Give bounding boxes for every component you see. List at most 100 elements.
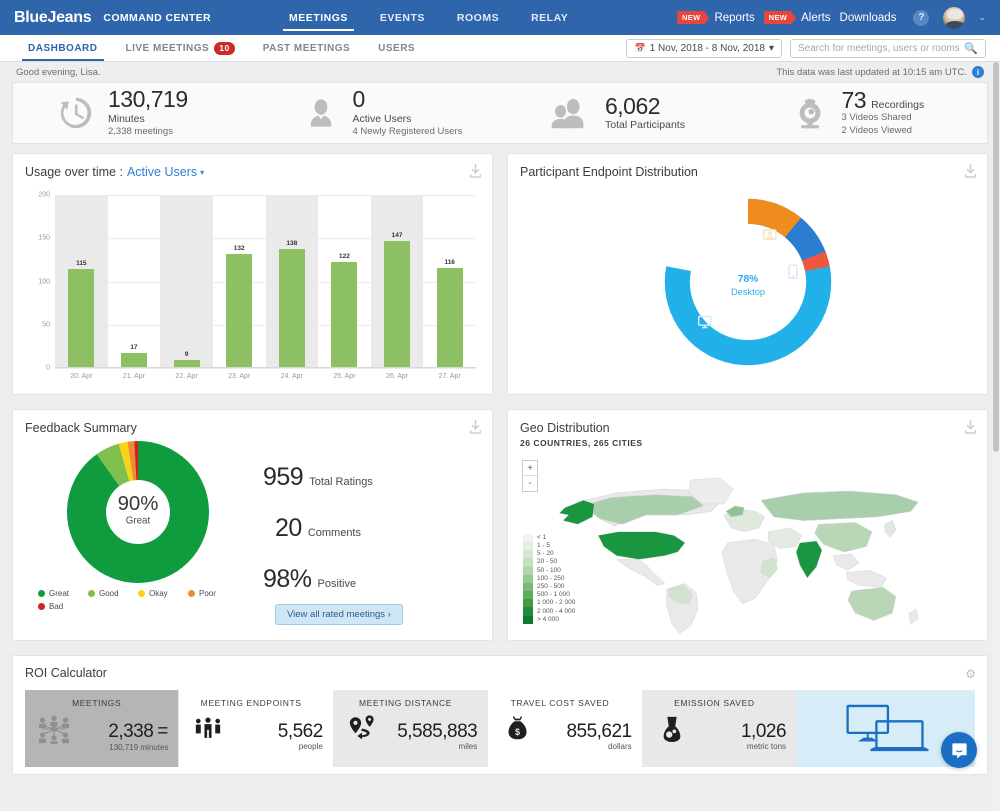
kpi-recordings: 73 Recordings 3 Videos Shared 2 Videos V… — [743, 88, 988, 138]
panel-row-2: Feedback Summary 90% Great — [0, 395, 1000, 641]
greeting-text: Good evening, Lisa. — [16, 67, 101, 78]
legend-label-good: Good — [99, 589, 119, 598]
search-input[interactable] — [798, 43, 964, 54]
bar[interactable]: 115 — [68, 269, 94, 368]
x-axis-tick: 24. Apr — [281, 373, 303, 380]
download-icon[interactable] — [964, 420, 977, 434]
nav-item-rooms[interactable]: ROOMS — [441, 0, 515, 35]
roi-meetings-value-group: 2,338= 130,719 minutes — [73, 705, 168, 752]
roi-travel-cost-value: 855,621 — [566, 721, 631, 742]
bar-column[interactable]: 1721. Apr — [108, 195, 161, 368]
kpi-minutes-sub: 2,338 meetings — [108, 126, 188, 139]
feedback-body: 90% Great Great Good Okay Poor Bad 959 T… — [13, 435, 492, 635]
alerts-link[interactable]: Alerts — [801, 12, 830, 24]
tab-users[interactable]: USERS — [364, 35, 429, 61]
reports-link[interactable]: Reports — [714, 12, 754, 24]
swatch-1000-2000 — [523, 599, 533, 607]
kpi-active-users-label: Active Users — [353, 112, 463, 126]
avatar[interactable] — [942, 6, 966, 30]
tab-live-meetings[interactable]: LIVE MEETINGS 10 — [112, 35, 249, 61]
bar[interactable]: 116 — [437, 268, 463, 368]
bar-column[interactable]: 922. Apr — [160, 195, 213, 368]
kpi-minutes: 130,719 Minutes 2,338 meetings — [13, 87, 254, 138]
scrollbar-thumb — [993, 62, 999, 452]
x-axis-tick: 26. Apr — [386, 373, 408, 380]
legend-item-good: Good — [88, 589, 138, 598]
world-map[interactable] — [508, 454, 988, 639]
bar-column[interactable]: 13223. Apr — [213, 195, 266, 368]
chevron-down-icon[interactable]: ⌄ — [978, 12, 986, 23]
date-range-value: 1 Nov, 2018 - 8 Nov, 2018 — [650, 43, 765, 54]
download-icon[interactable] — [469, 164, 482, 178]
bar-column[interactable]: 12225. Apr — [318, 195, 371, 368]
downloads-link[interactable]: Downloads — [840, 12, 897, 24]
webcam-icon — [791, 94, 829, 132]
roi-endpoints-value-group: 5,562 people — [227, 706, 322, 752]
bar[interactable]: 122 — [331, 262, 357, 368]
download-icon[interactable] — [469, 420, 482, 434]
gear-icon[interactable]: ⚙ — [965, 667, 976, 681]
roi-meetings-equals: = — [157, 721, 168, 742]
roi-cell-travel-cost[interactable]: TRAVEL COST SAVED $ 855,621 dollars — [488, 690, 642, 767]
nav-item-meetings[interactable]: MEETINGS — [273, 0, 364, 35]
geo-legend-labels: < 1 1 - 5 5 - 20 20 - 50 50 - 100 100 - … — [537, 534, 575, 624]
page-scrollbar[interactable] — [992, 62, 1000, 811]
bar-column[interactable]: 11520. Apr — [55, 195, 108, 368]
roi-emission-unit: metric tons — [691, 742, 786, 751]
mobile-icon — [788, 265, 796, 278]
stat-total-ratings-label: Total Ratings — [309, 476, 373, 488]
legend-dot-good — [88, 590, 95, 597]
chevron-down-icon[interactable]: ▾ — [200, 168, 204, 177]
kpi-active-users: 0 Active Users 4 Newly Registered Users — [254, 87, 499, 138]
bar-value-label: 147 — [392, 232, 403, 239]
date-range-picker[interactable]: 📅 1 Nov, 2018 - 8 Nov, 2018 ▾ — [626, 39, 782, 58]
bar[interactable]: 17 — [121, 353, 147, 368]
roi-cell-distance[interactable]: MEETING DISTANCE 5,585,883 miles — [334, 690, 488, 767]
download-icon[interactable] — [964, 164, 977, 178]
bar[interactable]: 147 — [384, 241, 410, 368]
primary-nav: MEETINGS EVENTS ROOMS RELAY — [273, 0, 584, 35]
swatch-1-5 — [523, 542, 533, 550]
x-axis-tick: 27. Apr — [439, 373, 461, 380]
stat-total-ratings: 959 Total Ratings — [263, 463, 492, 492]
nav-item-relay[interactable]: RELAY — [515, 0, 584, 35]
people-network-icon — [35, 714, 73, 744]
geo-panel-subtitle: 26 COUNTRIES, 265 CITIES — [508, 435, 987, 448]
feedback-legend: Great Good Okay Poor Bad — [38, 589, 238, 615]
swatch-20-50 — [523, 558, 533, 566]
legend-dot-great — [38, 590, 45, 597]
roi-cell-meetings[interactable]: MEETINGS 2,338= 130,719 minutes — [25, 690, 179, 767]
nav-item-events[interactable]: EVENTS — [364, 0, 441, 35]
roi-cell-endpoints[interactable]: MEETING ENDPOINTS 5,562 people — [179, 690, 333, 767]
chat-support-button[interactable] — [941, 732, 977, 768]
tab-dashboard[interactable]: DASHBOARD — [14, 35, 112, 61]
view-all-rated-meetings-button[interactable]: View all rated meetings › — [275, 604, 403, 625]
feedback-summary-panel: Feedback Summary 90% Great — [12, 409, 493, 641]
roi-cell-emission[interactable]: EMISSION SAVED 1,026 metric tons — [643, 690, 797, 767]
geo-legend-label-10: > 4 000 — [537, 616, 575, 624]
help-icon[interactable]: ? — [913, 10, 929, 26]
geo-legend-label-2: 5 - 20 — [537, 550, 575, 558]
live-meetings-count-badge: 10 — [214, 42, 234, 55]
x-axis-tick: 25. Apr — [333, 373, 355, 380]
map-zoom-out-button[interactable]: - — [523, 476, 537, 491]
bar-column[interactable]: 13824. Apr — [266, 195, 319, 368]
roi-calculator-panel: ROI Calculator ⚙ MEETINGS 2,338= 130,71 — [12, 655, 988, 775]
geo-map-body: + - — [508, 450, 987, 646]
roi-distance-value: 5,585,883 — [397, 721, 477, 742]
clock-history-icon — [57, 94, 95, 132]
map-zoom-in-button[interactable]: + — [523, 461, 537, 476]
tab-past-meetings[interactable]: PAST MEETINGS — [249, 35, 364, 61]
search-icon[interactable]: 🔍 — [964, 42, 978, 55]
room-system-icon — [763, 229, 775, 238]
bar[interactable]: 132 — [226, 254, 252, 368]
usage-metric-selector[interactable]: Active Users — [127, 165, 197, 179]
info-icon[interactable]: i — [972, 66, 984, 78]
bar[interactable]: 138 — [279, 249, 305, 368]
bluejeans-logo[interactable]: BlueJeans — [14, 9, 91, 27]
bar-column[interactable]: 14726. Apr — [371, 195, 424, 368]
bar-value-label: 17 — [130, 344, 137, 351]
kpi-summary-strip: 130,719 Minutes 2,338 meetings 0 Active … — [12, 82, 988, 144]
search-box[interactable]: 🔍 — [790, 39, 986, 58]
bar-column[interactable]: 11627. Apr — [423, 195, 476, 368]
